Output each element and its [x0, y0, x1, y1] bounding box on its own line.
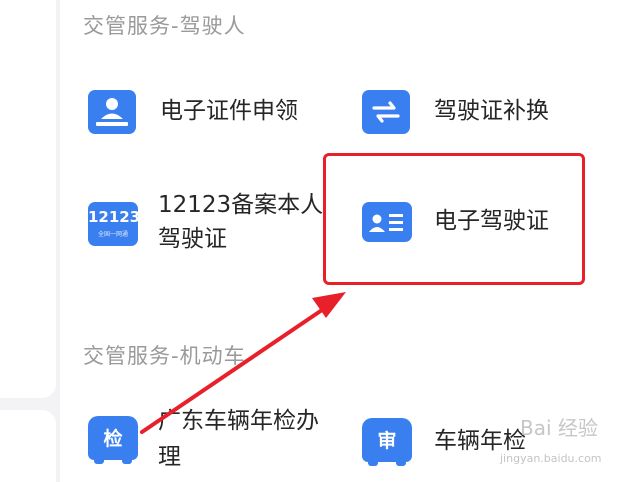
watermark-logo: Bai 经验 — [520, 416, 598, 440]
section-title-vehicle: 交管服务-机动车 — [83, 344, 246, 368]
left-panel-edge — [0, 0, 56, 398]
highlight-box — [323, 153, 585, 285]
icon-subtext: 全国一网通 — [97, 231, 128, 238]
car-review-icon: 审 — [362, 418, 412, 466]
service-label-line2: 理 — [158, 444, 181, 470]
icon-text: 审 — [377, 430, 397, 452]
icon-text: 检 — [103, 428, 123, 450]
car-inspection-icon: 检 — [88, 416, 138, 464]
left-panel-edge-lower — [0, 410, 56, 482]
service-label: 电子证件申领 — [160, 98, 298, 124]
watermark-url: jingyan.baidu.com — [500, 452, 602, 465]
service-license-replace[interactable]: 驾驶证补换 — [362, 86, 592, 136]
wheel-right — [396, 460, 406, 466]
icon-text: 12123 — [88, 208, 141, 226]
service-label-line1: 12123备案本人 — [158, 192, 324, 218]
service-gd-vehicle-inspection[interactable]: 检 广东车辆年检办 理 — [88, 404, 348, 476]
exchange-arrows-icon — [362, 86, 410, 134]
wheel-left — [94, 458, 104, 464]
id-card-upload-icon — [88, 90, 136, 134]
service-label: 驾驶证补换 — [434, 98, 549, 124]
wheel-left — [368, 460, 378, 466]
service-label-line2: 驾驶证 — [158, 226, 227, 252]
service-e-cert-apply[interactable]: 电子证件申领 — [88, 90, 318, 136]
service-12123-license[interactable]: 12123 全国一网通 12123备案本人 驾驶证 — [88, 188, 328, 260]
section-title-driver: 交管服务-驾驶人 — [83, 14, 246, 38]
service-label-line1: 广东车辆年检办 — [158, 408, 319, 434]
wheel-right — [122, 458, 132, 464]
12123-logo-icon: 12123 全国一网通 — [88, 202, 141, 246]
